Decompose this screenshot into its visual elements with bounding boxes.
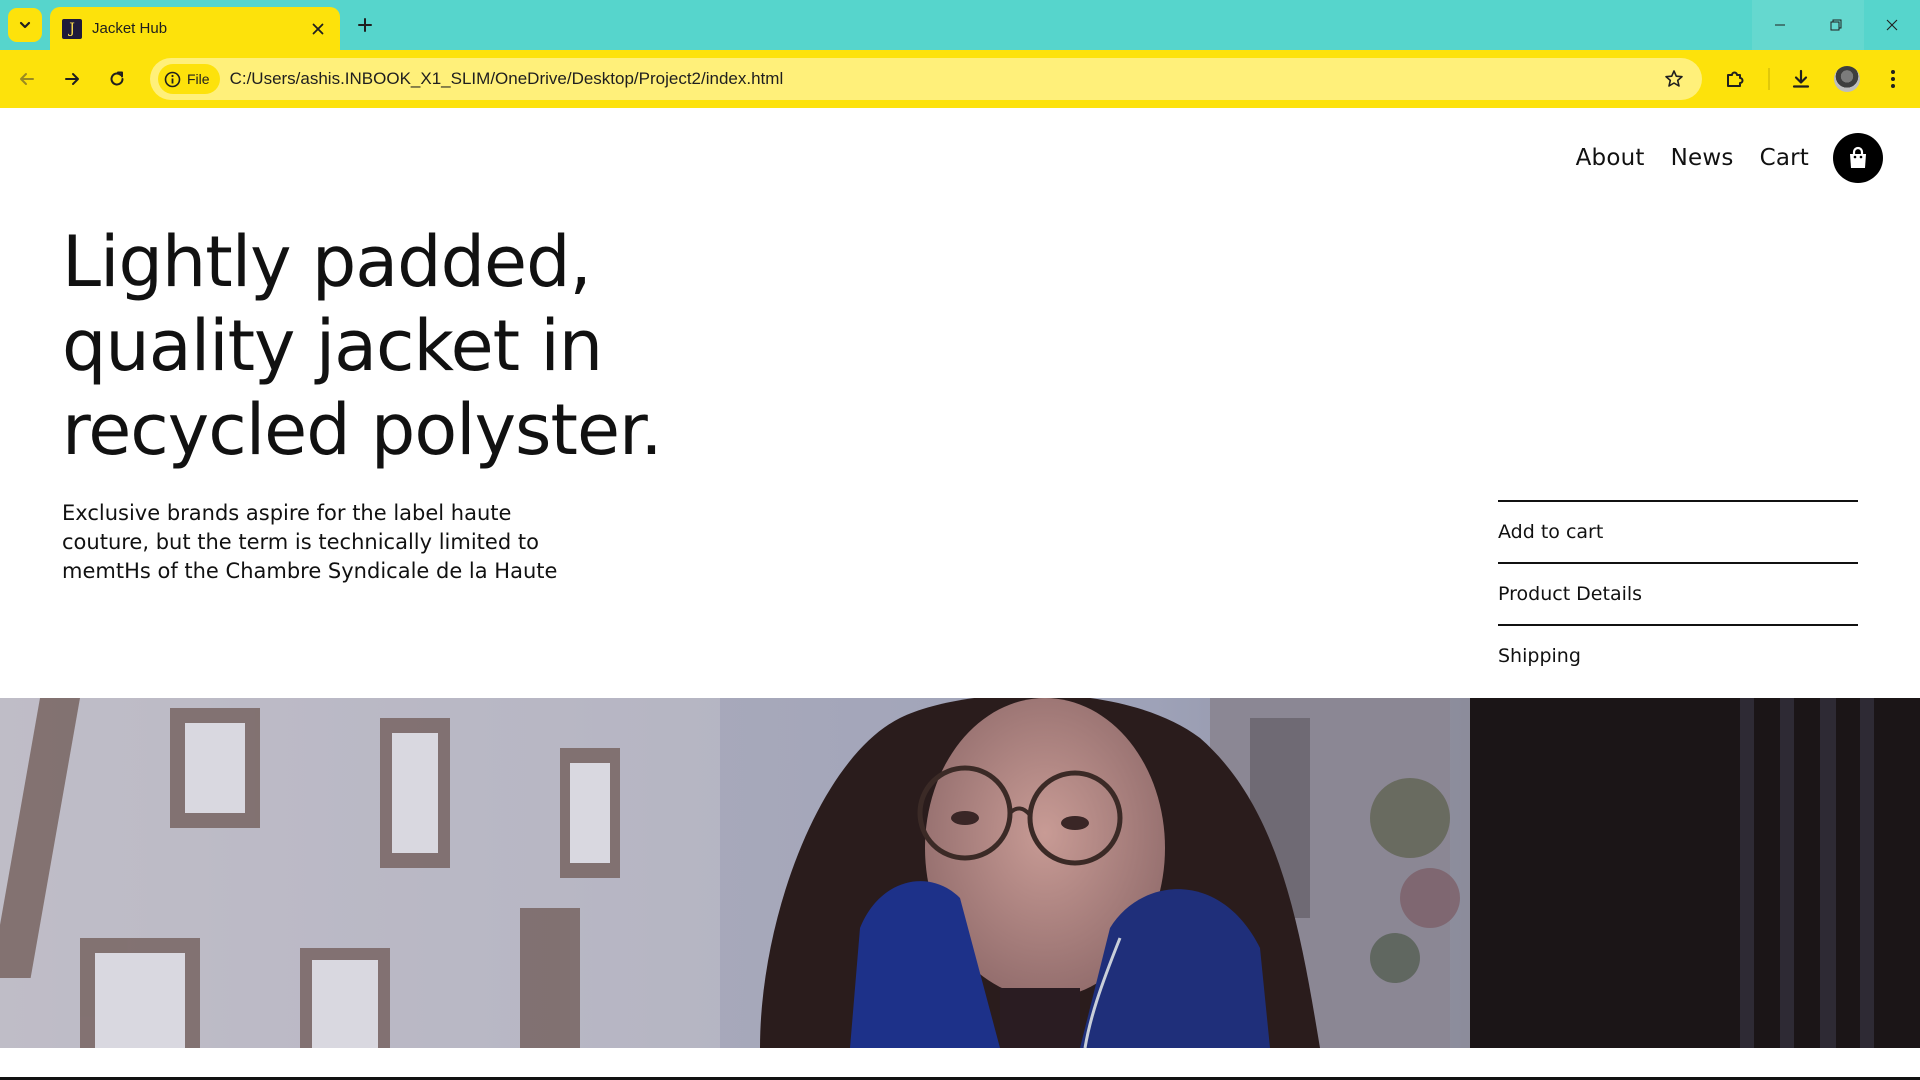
web-page: About News Cart Lightly padded, quality … (0, 108, 1920, 1080)
shopping-bag-button[interactable] (1833, 133, 1883, 183)
nav-link-about[interactable]: About (1576, 145, 1645, 171)
restore-icon (1830, 19, 1842, 31)
new-tab-button[interactable] (350, 10, 380, 40)
close-window-button[interactable] (1864, 0, 1920, 50)
product-actions: Add to cart Product Details Shipping (1498, 500, 1858, 686)
product-details-link[interactable]: Product Details (1498, 562, 1858, 624)
browser-menu-button[interactable] (1876, 62, 1910, 96)
hero-description-line: Exclusive brands aspire for the label ha… (62, 501, 512, 525)
close-icon (312, 23, 324, 34)
back-button[interactable] (10, 62, 44, 96)
hero-title-line: quality jacket in (62, 305, 603, 387)
tab-search-button[interactable] (8, 8, 42, 42)
kebab-menu-icon (1891, 70, 1895, 88)
site-info-chip[interactable]: File (158, 64, 220, 94)
shipping-link[interactable]: Shipping (1498, 624, 1858, 686)
chevron-down-icon (19, 21, 31, 29)
arrow-right-icon (65, 73, 79, 85)
profile-button[interactable] (1830, 62, 1864, 96)
hero-description-line: memtHs of the Chambre Syndicale de la Ha… (62, 559, 558, 583)
browser-toolbar: File C:/Users/ashis.INBOOK_X1_SLIM/OneDr… (0, 50, 1920, 108)
hero-photo-illustration (0, 698, 1920, 1048)
url-text[interactable]: C:/Users/ashis.INBOOK_X1_SLIM/OneDrive/D… (230, 69, 1654, 89)
window-controls (1752, 0, 1920, 50)
tab-strip: J Jacket Hub (0, 0, 1920, 50)
extensions-button[interactable] (1718, 62, 1752, 96)
puzzle-icon (1727, 71, 1744, 87)
arrow-left-icon (20, 73, 34, 85)
nav-link-cart[interactable]: Cart (1760, 145, 1809, 171)
avatar (1834, 66, 1860, 92)
bookmark-button[interactable] (1654, 62, 1694, 96)
add-to-cart-link[interactable]: Add to cart (1498, 500, 1858, 562)
favicon: J (62, 18, 82, 39)
hero-description: Exclusive brands aspire for the label ha… (62, 499, 582, 586)
close-tab-button[interactable] (308, 19, 328, 39)
browser-tab[interactable]: J Jacket Hub (50, 7, 340, 50)
site-nav: About News Cart (1576, 133, 1883, 183)
hero-title-line: recycled polyster. (62, 389, 663, 471)
hero-title: Lightly padded, quality jacket in recycl… (62, 220, 822, 472)
reload-icon (110, 71, 124, 86)
hero-title-line: Lightly padded, (62, 221, 592, 303)
nav-link-news[interactable]: News (1671, 145, 1734, 171)
downloads-button[interactable] (1784, 62, 1818, 96)
hero-photo (0, 698, 1920, 1048)
site-chip-label: File (187, 71, 210, 87)
restore-button[interactable] (1808, 0, 1864, 50)
address-bar[interactable]: File C:/Users/ashis.INBOOK_X1_SLIM/OneDr… (150, 58, 1702, 100)
minimize-icon (1775, 24, 1785, 26)
shopping-bag-icon (1850, 146, 1866, 168)
toolbar-separator (1768, 68, 1770, 90)
forward-button[interactable] (55, 62, 89, 96)
info-icon (164, 71, 181, 87)
tab-title: Jacket Hub (92, 20, 168, 37)
reload-button[interactable] (100, 62, 134, 96)
star-icon (1665, 70, 1683, 87)
minimize-button[interactable] (1752, 0, 1808, 50)
hero-description-line: couture, but the term is technically lim… (62, 530, 539, 554)
plus-icon (358, 18, 372, 32)
download-icon (1792, 69, 1810, 88)
close-icon (1886, 19, 1898, 31)
